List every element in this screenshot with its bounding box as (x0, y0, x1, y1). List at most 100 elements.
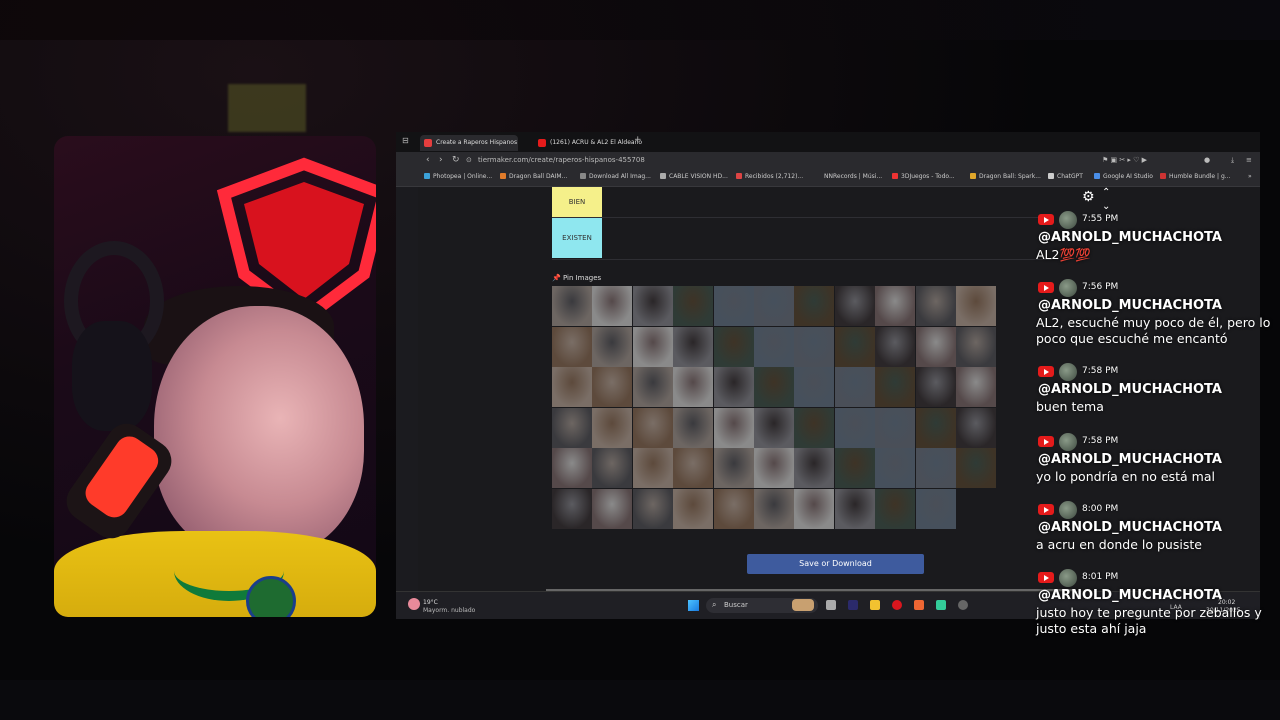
rapper-thumbnail[interactable] (834, 286, 875, 326)
rapper-thumbnail[interactable] (673, 448, 714, 489)
rapper-thumbnail[interactable] (754, 407, 794, 448)
rapper-thumbnail[interactable] (875, 448, 916, 489)
premiere-icon[interactable] (848, 600, 858, 610)
rapper-thumbnail[interactable] (834, 489, 875, 529)
app-icon[interactable] (914, 600, 924, 610)
rapper-thumbnail[interactable] (956, 448, 996, 489)
bookmark-item[interactable]: Dragon Ball: Spark... (970, 173, 1041, 180)
profile-icon[interactable]: ● (1204, 156, 1210, 164)
rapper-thumbnail[interactable] (632, 448, 673, 489)
rapper-thumbnail[interactable] (794, 407, 835, 448)
rapper-thumbnail[interactable] (794, 367, 835, 408)
rapper-thumbnail[interactable] (875, 367, 916, 408)
rapper-thumbnail[interactable] (592, 407, 633, 448)
tab-tiermaker[interactable]: Create a Raperos Hispanos (420, 135, 518, 151)
tab-youtube[interactable]: (1261) ACRU & AL2 El Aldeano (534, 135, 642, 151)
app-icon[interactable] (936, 600, 946, 610)
rapper-thumbnail[interactable] (632, 489, 673, 529)
save-or-download-button[interactable]: Save or Download (747, 554, 924, 574)
rapper-thumbnail[interactable] (956, 407, 996, 448)
forward-icon[interactable]: › (439, 155, 443, 165)
rapper-thumbnail[interactable] (713, 326, 754, 367)
rapper-thumbnail[interactable] (915, 367, 956, 408)
rapper-thumbnail[interactable] (956, 326, 996, 367)
rapper-thumbnail[interactable] (632, 367, 673, 408)
rapper-thumbnail[interactable] (834, 326, 875, 367)
rapper-thumbnail[interactable] (794, 489, 835, 529)
back-icon[interactable]: ‹ (426, 155, 430, 165)
rapper-thumbnail[interactable] (956, 367, 996, 408)
new-tab-icon[interactable]: + (634, 135, 642, 145)
rapper-thumbnail[interactable] (592, 286, 633, 326)
rapper-thumbnail[interactable] (673, 407, 714, 448)
bookmark-item[interactable]: Recibidos (2,712)... (736, 173, 803, 180)
rapper-thumbnail[interactable] (673, 367, 714, 408)
rapper-thumbnail[interactable] (915, 407, 956, 448)
bookmark-item[interactable]: CABLE VISION HD... (660, 173, 728, 180)
rapper-thumbnail[interactable] (673, 286, 714, 326)
site-info-icon[interactable]: ⊙ (466, 156, 472, 164)
rapper-thumbnail[interactable] (552, 489, 592, 529)
tab-actions-icon[interactable]: ⊟ (402, 136, 409, 145)
tier-label-bien[interactable]: BIEN (552, 187, 602, 217)
rapper-thumbnail[interactable] (713, 407, 754, 448)
rapper-thumbnail[interactable] (875, 326, 916, 367)
rapper-thumbnail[interactable] (673, 326, 714, 367)
rapper-thumbnail[interactable] (754, 448, 794, 489)
taskbar-search[interactable]: ⌕ Buscar (706, 598, 818, 613)
rapper-thumbnail[interactable] (875, 286, 916, 326)
rapper-thumbnail[interactable] (592, 326, 633, 367)
rapper-thumbnail[interactable] (552, 407, 592, 448)
menu-icon[interactable]: ≡ (1246, 156, 1252, 164)
bookmark-item[interactable]: NNRecords | Músi... (824, 173, 882, 180)
rapper-thumbnail[interactable] (834, 448, 875, 489)
bookmark-item[interactable]: ChatGPT (1048, 173, 1083, 180)
weather-icon[interactable] (408, 598, 420, 610)
rapper-thumbnail[interactable] (875, 489, 916, 529)
gear-icon[interactable]: ⚙ (1082, 190, 1096, 204)
rapper-thumbnail[interactable] (673, 489, 714, 529)
extensions-icons[interactable]: ⚑ ▣ ✂ ▸ ♡ ▶ (1102, 156, 1147, 164)
task-view-icon[interactable] (826, 600, 836, 610)
rapper-thumbnail[interactable] (592, 367, 633, 408)
rapper-thumbnail[interactable] (794, 286, 835, 326)
rapper-thumbnail[interactable] (754, 367, 794, 408)
rapper-thumbnail[interactable] (552, 326, 592, 367)
rapper-thumbnail[interactable] (915, 326, 956, 367)
rapper-thumbnail[interactable] (713, 448, 754, 489)
rapper-thumbnail[interactable] (592, 448, 633, 489)
bookmark-item[interactable]: Photopea | Online... (424, 173, 492, 180)
rapper-thumbnail[interactable] (592, 489, 633, 529)
rapper-thumbnail[interactable] (632, 407, 673, 448)
windows-start-icon[interactable] (688, 600, 699, 611)
rapper-thumbnail[interactable] (956, 286, 996, 326)
rapper-thumbnail[interactable] (552, 367, 592, 408)
reload-icon[interactable]: ↻ (452, 155, 460, 165)
rapper-thumbnail[interactable] (754, 326, 794, 367)
rapper-thumbnail[interactable] (834, 407, 875, 448)
bookmark-item[interactable]: Dragon Ball DAIM... (500, 173, 567, 180)
bookmark-item[interactable]: 3DJuegos - Todo... (892, 173, 955, 180)
rapper-thumbnail[interactable] (754, 286, 794, 326)
rapper-thumbnail[interactable] (834, 367, 875, 408)
rapper-thumbnail[interactable] (915, 489, 956, 529)
rapper-thumbnail[interactable] (754, 489, 794, 529)
file-explorer-icon[interactable] (870, 600, 880, 610)
bookmark-item[interactable]: Download All Imag... (580, 173, 651, 180)
rapper-thumbnail[interactable] (713, 489, 754, 529)
bookmark-item[interactable]: Humble Bundle | g... (1160, 173, 1231, 180)
pin-images-label[interactable]: 📌 Pin Images (552, 274, 601, 282)
rapper-thumbnail[interactable] (552, 286, 592, 326)
rapper-thumbnail[interactable] (915, 448, 956, 489)
rapper-thumbnail[interactable] (713, 286, 754, 326)
rapper-thumbnail[interactable] (552, 448, 592, 489)
rapper-thumbnail[interactable] (794, 326, 835, 367)
rapper-thumbnail[interactable] (632, 326, 673, 367)
rapper-thumbnail[interactable] (875, 407, 916, 448)
tier-label-existen[interactable]: EXISTEN (552, 218, 602, 258)
obs-icon[interactable] (958, 600, 968, 610)
bookmarks-overflow-icon[interactable]: » (1248, 173, 1252, 180)
rapper-thumbnail[interactable] (632, 286, 673, 326)
rapper-thumbnail[interactable] (915, 286, 956, 326)
download-icon[interactable]: ⤓ (1231, 156, 1234, 165)
